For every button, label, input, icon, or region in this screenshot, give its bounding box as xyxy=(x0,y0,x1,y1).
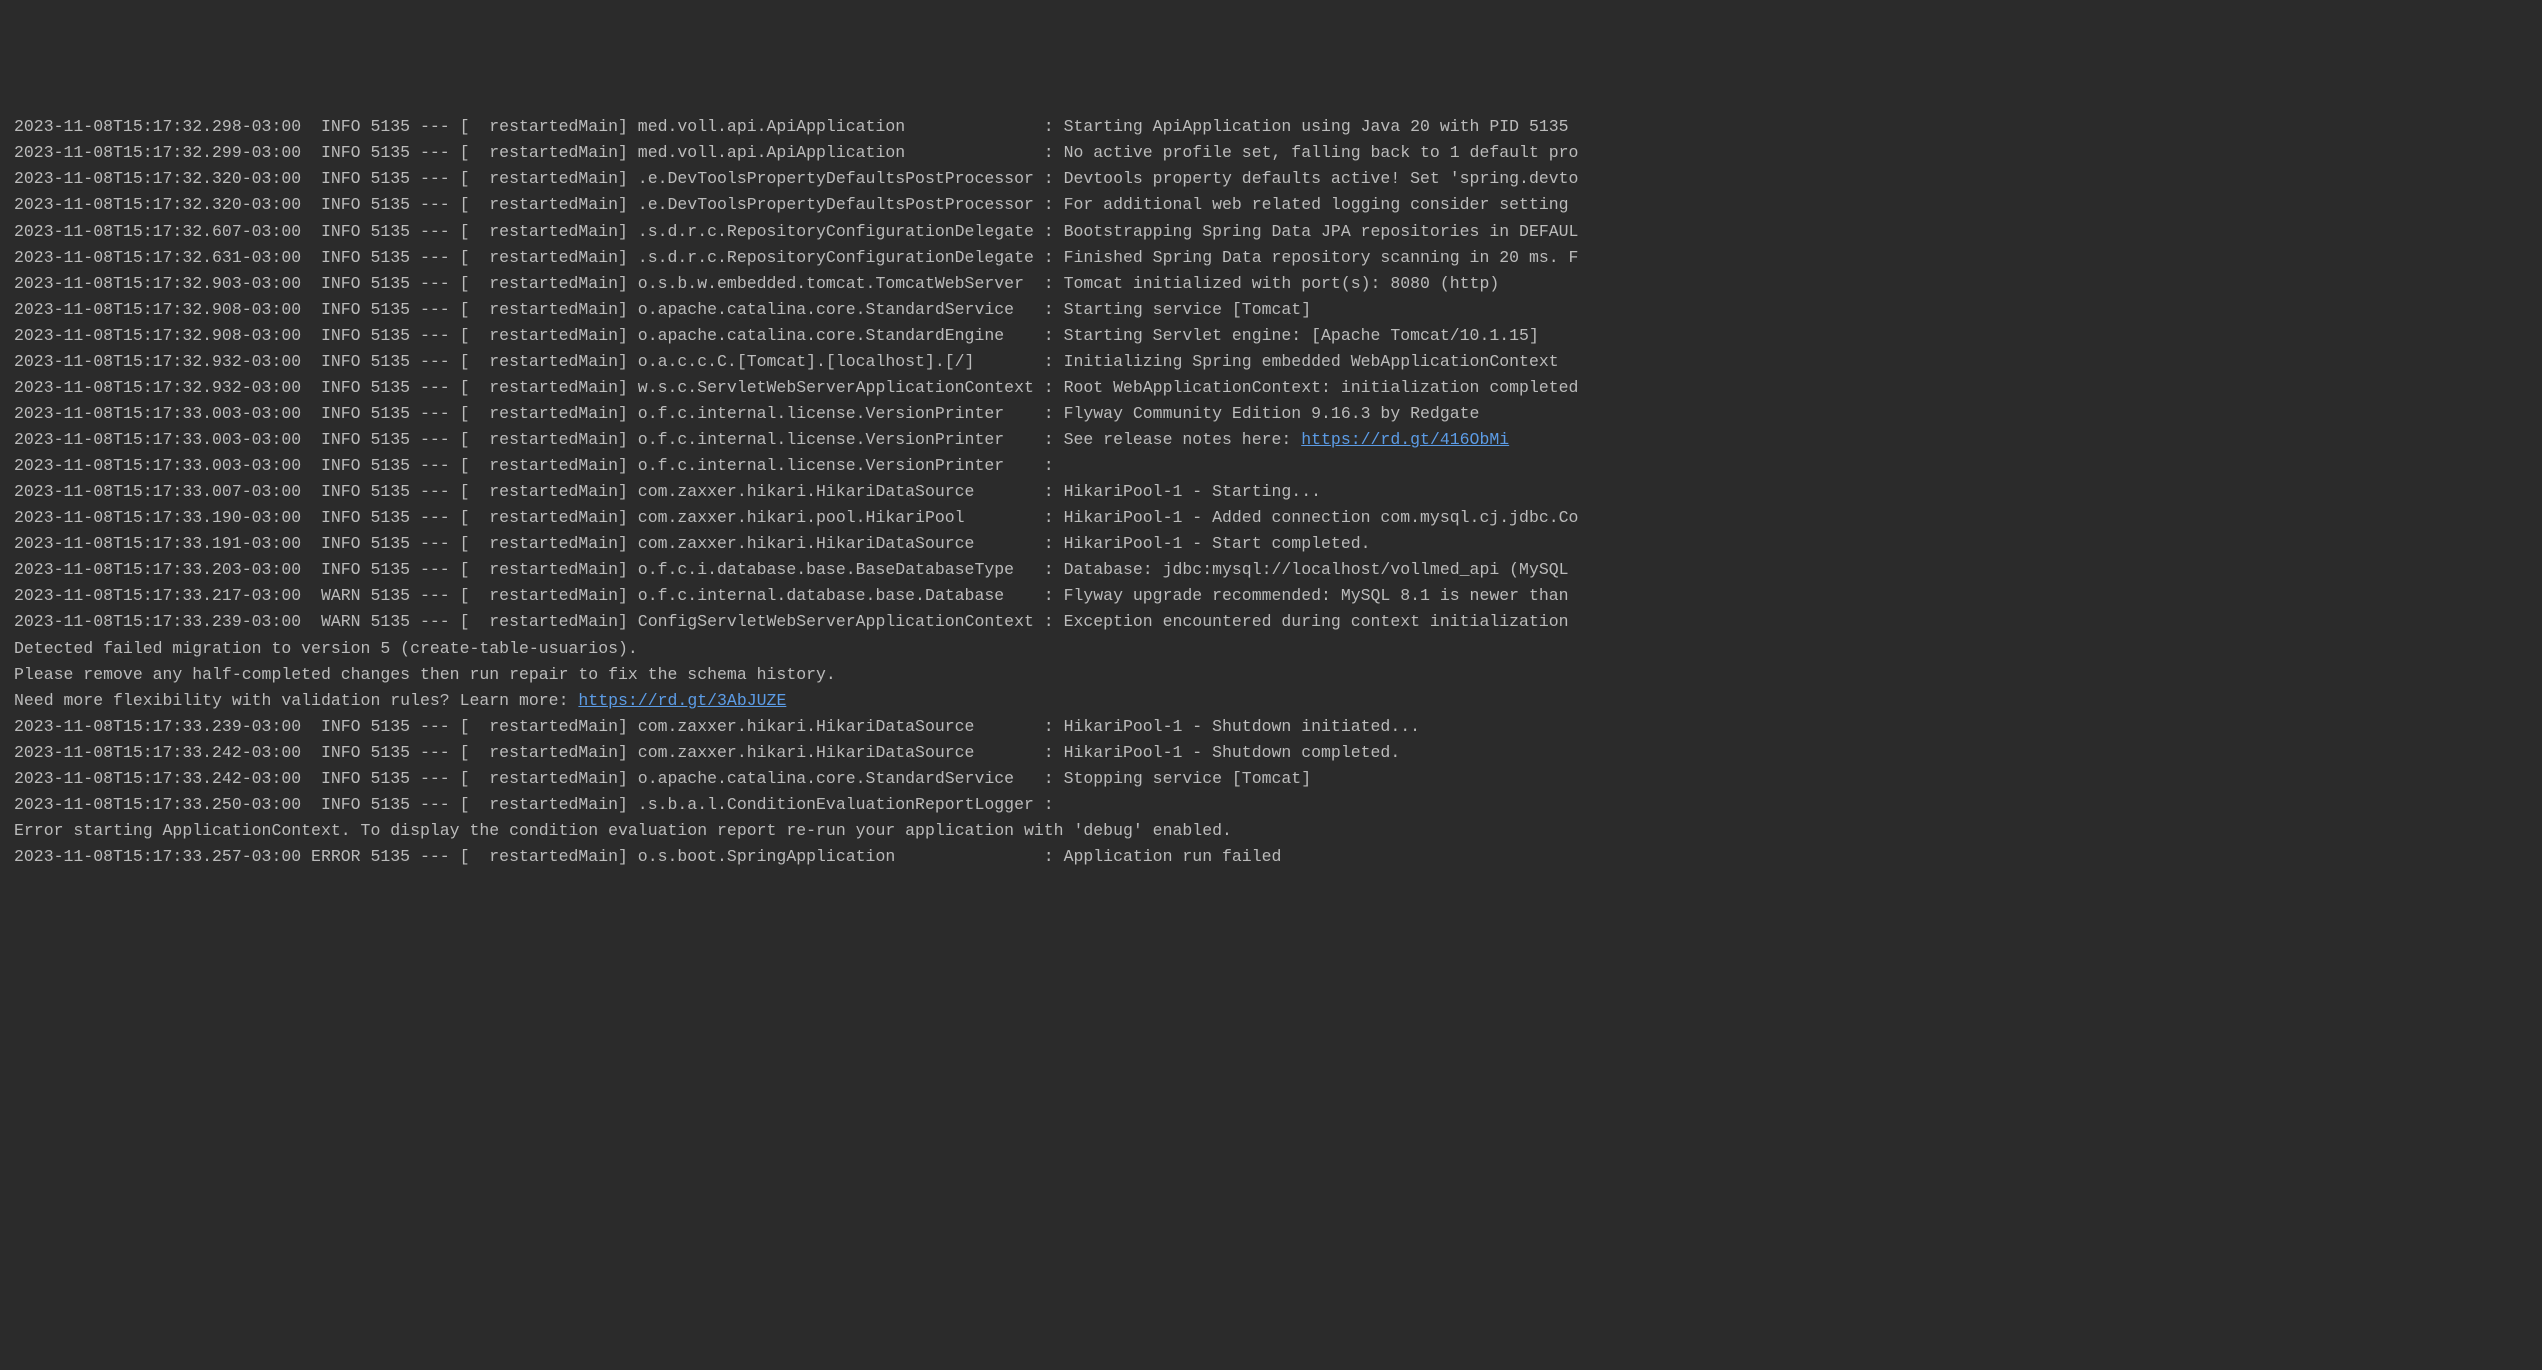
log-line: 2023-11-08T15:17:33.003-03:00 INFO 5135 … xyxy=(14,401,2528,427)
log-line: 2023-11-08T15:17:32.908-03:00 INFO 5135 … xyxy=(14,323,2528,349)
log-line: Detected failed migration to version 5 (… xyxy=(14,636,2528,662)
log-line: 2023-11-08T15:17:33.239-03:00 INFO 5135 … xyxy=(14,714,2528,740)
log-line: Please remove any half-completed changes… xyxy=(14,662,2528,688)
log-line: 2023-11-08T15:17:32.932-03:00 INFO 5135 … xyxy=(14,349,2528,375)
log-text: 2023-11-08T15:17:33.003-03:00 INFO 5135 … xyxy=(14,430,1301,449)
log-line: 2023-11-08T15:17:32.607-03:00 INFO 5135 … xyxy=(14,219,2528,245)
log-line: 2023-11-08T15:17:32.631-03:00 INFO 5135 … xyxy=(14,245,2528,271)
log-line: 2023-11-08T15:17:32.903-03:00 INFO 5135 … xyxy=(14,271,2528,297)
log-link[interactable]: https://rd.gt/416ObMi xyxy=(1301,430,1509,449)
log-line: 2023-11-08T15:17:32.908-03:00 INFO 5135 … xyxy=(14,297,2528,323)
log-line: 2023-11-08T15:17:33.003-03:00 INFO 5135 … xyxy=(14,453,2528,479)
log-line: 2023-11-08T15:17:32.932-03:00 INFO 5135 … xyxy=(14,375,2528,401)
log-line: 2023-11-08T15:17:33.250-03:00 INFO 5135 … xyxy=(14,792,2528,818)
log-line: Need more flexibility with validation ru… xyxy=(14,688,2528,714)
log-link[interactable]: https://rd.gt/3AbJUZE xyxy=(578,691,786,710)
log-line: 2023-11-08T15:17:33.007-03:00 INFO 5135 … xyxy=(14,479,2528,505)
log-line: 2023-11-08T15:17:32.320-03:00 INFO 5135 … xyxy=(14,192,2528,218)
log-line: Error starting ApplicationContext. To di… xyxy=(14,818,2528,844)
log-line: 2023-11-08T15:17:33.203-03:00 INFO 5135 … xyxy=(14,557,2528,583)
log-line: 2023-11-08T15:17:33.217-03:00 WARN 5135 … xyxy=(14,583,2528,609)
log-line: 2023-11-08T15:17:33.191-03:00 INFO 5135 … xyxy=(14,531,2528,557)
log-line: 2023-11-08T15:17:33.190-03:00 INFO 5135 … xyxy=(14,505,2528,531)
log-line: 2023-11-08T15:17:33.242-03:00 INFO 5135 … xyxy=(14,766,2528,792)
log-line: 2023-11-08T15:17:32.320-03:00 INFO 5135 … xyxy=(14,166,2528,192)
log-line: 2023-11-08T15:17:33.003-03:00 INFO 5135 … xyxy=(14,427,2528,453)
log-text: Need more flexibility with validation ru… xyxy=(14,691,578,710)
console-output: 2023-11-08T15:17:32.298-03:00 INFO 5135 … xyxy=(14,114,2528,870)
log-line: 2023-11-08T15:17:33.239-03:00 WARN 5135 … xyxy=(14,609,2528,635)
log-line: 2023-11-08T15:17:32.299-03:00 INFO 5135 … xyxy=(14,140,2528,166)
log-line: 2023-11-08T15:17:33.242-03:00 INFO 5135 … xyxy=(14,740,2528,766)
log-line: 2023-11-08T15:17:32.298-03:00 INFO 5135 … xyxy=(14,114,2528,140)
log-line: 2023-11-08T15:17:33.257-03:00 ERROR 5135… xyxy=(14,844,2528,870)
